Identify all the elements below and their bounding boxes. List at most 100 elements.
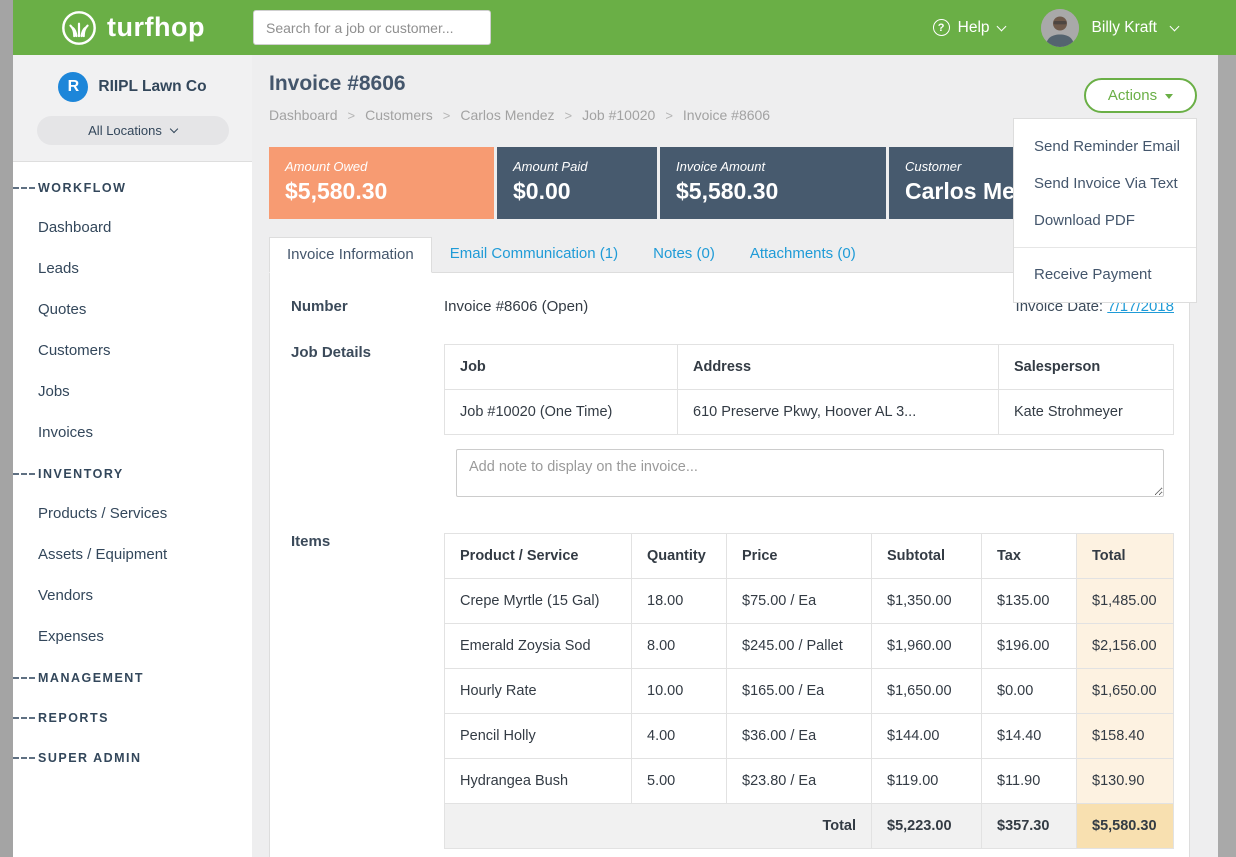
sidebar-section-label: INVENTORY — [38, 467, 124, 481]
locations-dropdown[interactable]: All Locations — [37, 116, 229, 145]
window-left-edge — [0, 0, 13, 857]
actions-label: Actions — [1108, 87, 1157, 104]
sidebar-section-label: SUPER ADMIN — [38, 751, 142, 765]
breadcrumb-item[interactable]: Carlos Mendez — [460, 107, 554, 123]
menu-item-send-invoice-via-text[interactable]: Send Invoice Via Text — [1014, 165, 1196, 202]
sidebar-section-header-workflow[interactable]: WORKFLOW — [13, 169, 252, 207]
sidebar-item-jobs[interactable]: Jobs — [13, 371, 252, 412]
table-row: Hourly Rate10.00$165.00 / Ea$1,650.00$0.… — [445, 669, 1174, 714]
sidebar-nav: WORKFLOW DashboardLeadsQuotesCustomersJob… — [13, 162, 252, 777]
column-header: Total — [1077, 534, 1174, 579]
table-cell: $1,960.00 — [872, 624, 982, 669]
sidebar-item-dashboard[interactable]: Dashboard — [13, 207, 252, 248]
stat-label: Amount Owed — [285, 159, 478, 174]
chevron-down-icon — [996, 21, 1006, 31]
chevron-down-icon — [170, 125, 178, 133]
stat-card-amount-paid: Amount Paid$0.00 — [497, 147, 657, 219]
table-cell: Hourly Rate — [445, 669, 632, 714]
menu-divider — [1014, 247, 1196, 248]
table-row: Job #10020 (One Time)610 Preserve Pkwy, … — [445, 390, 1174, 435]
table-cell: 10.00 — [632, 669, 727, 714]
table-row: Hydrangea Bush5.00$23.80 / Ea$119.00$11.… — [445, 759, 1174, 804]
table-cell: $1,650.00 — [1077, 669, 1174, 714]
company[interactable]: R RIIPL Lawn Co — [13, 72, 252, 102]
app-logo[interactable]: turfhop — [60, 9, 205, 47]
table-cell: $119.00 — [872, 759, 982, 804]
column-header: Address — [678, 345, 999, 390]
sidebar-item-quotes[interactable]: Quotes — [13, 289, 252, 330]
column-header: Salesperson — [999, 345, 1174, 390]
user-name[interactable]: Billy Kraft — [1092, 19, 1157, 37]
table-cell: Kate Strohmeyer — [999, 390, 1174, 435]
sidebar-item-leads[interactable]: Leads — [13, 248, 252, 289]
sidebar-section-header-inventory[interactable]: INVENTORY — [13, 455, 252, 493]
sidebar-item-products-services[interactable]: Products / Services — [13, 493, 252, 534]
table-row: Crepe Myrtle (15 Gal)18.00$75.00 / Ea$1,… — [445, 579, 1174, 624]
job-table: JobAddressSalesperson Job #10020 (One Ti… — [444, 344, 1174, 435]
items-row: Items Product / ServiceQuantityPriceSubt… — [291, 533, 1174, 849]
stat-card-amount-owed: Amount Owed$5,580.30 — [269, 147, 494, 219]
table-cell: $130.90 — [1077, 759, 1174, 804]
search-input[interactable] — [253, 10, 491, 45]
menu-item-send-reminder-email[interactable]: Send Reminder Email — [1014, 128, 1196, 165]
help-menu[interactable]: ? Help — [933, 19, 1005, 37]
menu-item-receive-payment[interactable]: Receive Payment — [1014, 256, 1196, 293]
footer-grand-total: $5,580.30 — [1077, 804, 1174, 849]
footer-subtotal: $5,223.00 — [872, 804, 982, 849]
table-row: Total$5,223.00$357.30$5,580.30 — [445, 804, 1174, 849]
table-cell: Emerald Zoysia Sod — [445, 624, 632, 669]
menu-item-download-pdf[interactable]: Download PDF — [1014, 202, 1196, 239]
caret-down-icon — [1165, 94, 1173, 99]
breadcrumb-item[interactable]: Dashboard — [269, 107, 338, 123]
user-chevron-down-icon[interactable] — [1170, 21, 1180, 31]
table-cell: 5.00 — [632, 759, 727, 804]
sidebar-item-expenses[interactable]: Expenses — [13, 616, 252, 657]
sidebar-section-label: REPORTS — [38, 711, 109, 725]
main-content: Invoice #8606 Dashboard>Customers>Carlos… — [252, 55, 1218, 857]
table-cell: $158.40 — [1077, 714, 1174, 759]
note-area — [456, 449, 1174, 502]
scrollbar-track[interactable] — [1218, 55, 1236, 857]
table-cell: Job #10020 (One Time) — [445, 390, 678, 435]
avatar[interactable] — [1041, 9, 1079, 47]
column-header: Product / Service — [445, 534, 632, 579]
table-cell: $0.00 — [982, 669, 1077, 714]
sidebar-section-header-reports[interactable]: REPORTS — [13, 699, 252, 737]
sidebar-item-customers[interactable]: Customers — [13, 330, 252, 371]
stat-label: Amount Paid — [513, 159, 641, 174]
invoice-note-input[interactable] — [456, 449, 1164, 497]
tab-notes[interactable]: Notes (0) — [636, 237, 732, 272]
sidebar-item-vendors[interactable]: Vendors — [13, 575, 252, 616]
sidebar-section-label: WORKFLOW — [38, 181, 126, 195]
stat-label: Invoice Amount — [676, 159, 870, 174]
items-label: Items — [291, 533, 444, 550]
sidebar-item-assets-equipment[interactable]: Assets / Equipment — [13, 534, 252, 575]
table-cell: $245.00 / Pallet — [727, 624, 872, 669]
table-cell: Hydrangea Bush — [445, 759, 632, 804]
tab-email-communication[interactable]: Email Communication (1) — [433, 237, 635, 272]
breadcrumb-item[interactable]: Customers — [365, 107, 433, 123]
stat-card-invoice-amount: Invoice Amount$5,580.30 — [660, 147, 886, 219]
company-badge: R — [58, 72, 88, 102]
sidebar-item-invoices[interactable]: Invoices — [13, 412, 252, 453]
tab-attachments[interactable]: Attachments (0) — [733, 237, 873, 272]
table-cell: Pencil Holly — [445, 714, 632, 759]
breadcrumb-item[interactable]: Job #10020 — [582, 107, 655, 123]
table-cell: 610 Preserve Pkwy, Hoover AL 3... — [678, 390, 999, 435]
tab-invoice-information[interactable]: Invoice Information — [269, 237, 432, 273]
dash-icon — [13, 677, 35, 679]
page-title: Invoice #8606 — [269, 72, 1218, 96]
top-navbar: turfhop ? Help Billy Kraft — [0, 0, 1236, 55]
sidebar-section-header-super-admin[interactable]: SUPER ADMIN — [13, 739, 252, 777]
dash-icon — [13, 717, 35, 719]
dash-icon — [13, 473, 35, 475]
table-cell: 8.00 — [632, 624, 727, 669]
number-label: Number — [291, 298, 444, 315]
actions-button[interactable]: Actions — [1084, 78, 1197, 113]
table-cell: $11.90 — [982, 759, 1077, 804]
column-header: Price — [727, 534, 872, 579]
invoice-panel: Number Invoice #8606 (Open) Invoice Date… — [269, 272, 1190, 857]
column-header: Tax — [982, 534, 1077, 579]
column-header: Subtotal — [872, 534, 982, 579]
sidebar-section-header-management[interactable]: MANAGEMENT — [13, 659, 252, 697]
